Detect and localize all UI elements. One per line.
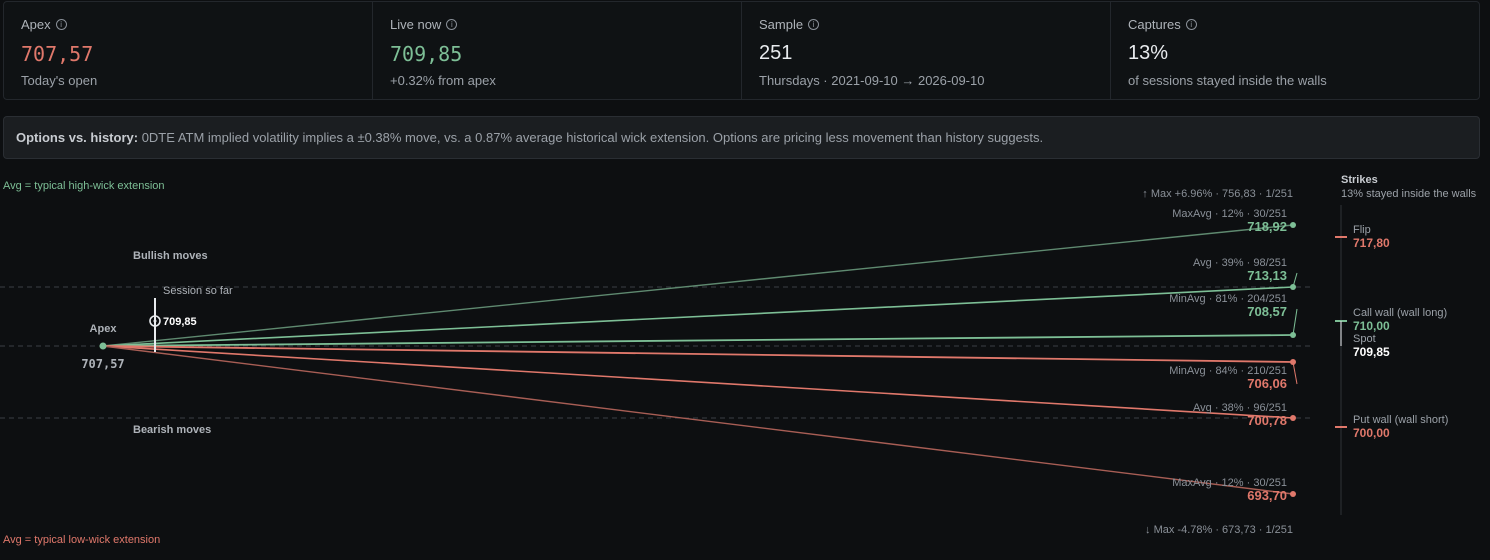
stat-value: 251 [759,42,793,64]
connector [1292,308,1298,336]
stat-card-live: Live now i 709,85 +0.32% from apex [373,2,742,99]
legend-low-wick: Avg = typical low-wick extension [3,534,160,546]
point-up-minavg [1290,332,1296,338]
stat-card-apex: Apex i 707,57 Today's open [4,2,373,99]
info-icon[interactable]: i [808,19,820,30]
point-down-avg [1290,415,1296,421]
banner-text: 0DTE ATM implied volatility implies a ±0… [138,130,1044,145]
projection-value: 718,92 [1247,219,1287,234]
strike-value: 710,00 [1353,319,1390,333]
stat-label: Captures [1128,17,1181,32]
info-icon[interactable]: i [55,19,67,30]
banner-title: Options vs. history: [16,130,139,145]
session-label: Session so far [163,285,233,297]
point-down-maxavg [1290,491,1296,497]
strike-value: 700,00 [1353,426,1390,440]
stat-value: 707,57 [21,42,94,66]
stat-sub: Thursdays · 2021-09-10 → 2026-09-10 [759,73,985,88]
strike-name: Put wall (wall short) [1353,414,1448,426]
bearish-label: Bearish moves [133,424,211,436]
stat-sub: Today's open [21,73,98,88]
apex-value: 707,57 [81,357,124,371]
strike-name: Call wall (wall long) [1353,307,1447,319]
apex-point [99,342,107,350]
info-icon[interactable]: i [446,19,458,30]
strike-name: Spot [1353,333,1376,345]
projection-value: 706,06 [1247,376,1287,391]
info-icon[interactable]: i [1185,19,1197,30]
projection-line-down-minavg [102,345,1294,363]
projection-line-down-avg [102,345,1294,419]
projection-value: 713,13 [1247,268,1287,283]
strike-value: 717,80 [1353,236,1390,250]
strikes-title: Strikes [1341,174,1378,186]
stat-label: Live now [390,17,442,32]
projection-chart: Apex 707,57 Session so far 709,85 Avg = … [0,174,1477,546]
stats-bar: Apex i 707,57 Today's open Live now i 709,… [3,1,1480,100]
strike-name: Flip [1353,224,1371,236]
stat-value: 709,85 [390,42,463,66]
point-up-avg [1290,284,1296,290]
legend-high-wick: Avg = typical high-wick extension [3,180,165,192]
projection-value: 708,57 [1247,304,1287,319]
connector [1292,361,1298,385]
bullish-label: Bullish moves [133,250,208,262]
stat-value: 13% [1128,42,1169,64]
options-vs-history-banner: Options vs. history: 0DTE ATM implied vo… [3,116,1480,159]
projection-value: 700,78 [1247,413,1287,428]
max-down-label: ↓ Max -4.78% · 673,73 · 1/251 [1145,524,1293,536]
projection-line-up-maxavg [102,224,1294,347]
stat-card-captures: Captures i 13% of sessions stayed inside … [1111,2,1479,99]
stat-label: Apex [21,17,51,32]
max-up-label: ↑ Max +6.96% · 756,83 · 1/251 [1142,188,1293,200]
projection-line-down-maxavg [102,345,1294,495]
apex-label: Apex [90,323,118,335]
stat-label: Sample [759,17,804,32]
session-value: 709,85 [163,316,197,328]
strike-value: 709,85 [1353,345,1390,359]
point-up-maxavg [1290,222,1296,228]
stat-sub: of sessions stayed inside the walls [1128,73,1327,88]
stat-sub: +0.32% from apex [390,73,496,88]
projection-value: 693,70 [1247,488,1287,503]
strikes-subtitle: 13% stayed inside the walls [1341,188,1477,200]
stat-card-sample: Sample i 251 Thursdays · 2021-09-10 → 202… [742,2,1111,99]
point-down-minavg [1290,359,1296,365]
